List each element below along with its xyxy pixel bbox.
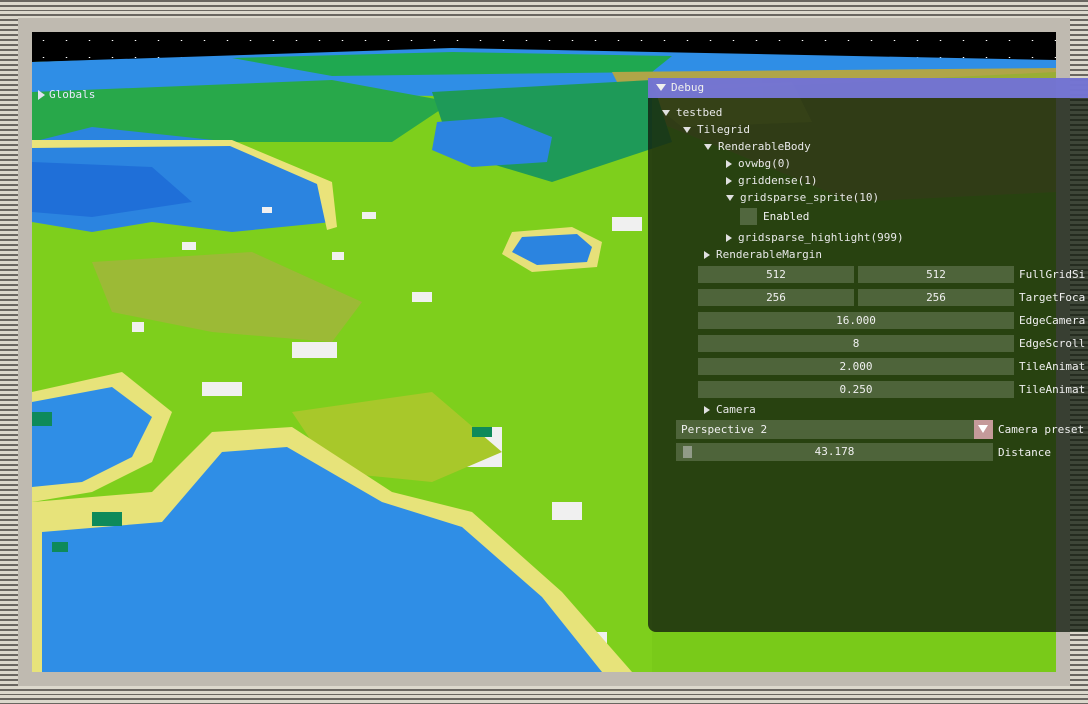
caret-right-icon xyxy=(726,234,732,242)
caret-right-icon xyxy=(38,90,45,100)
node-label: Camera xyxy=(716,403,756,416)
target-focus-x[interactable]: 256 xyxy=(698,289,854,306)
edge-scroll-label: EdgeScroll xyxy=(1019,337,1086,350)
caret-down-icon xyxy=(662,110,670,116)
tile-anim-2-label: TileAnimat xyxy=(1019,383,1086,396)
distance-slider[interactable]: 43.178 xyxy=(676,443,993,461)
target-focus-label: TargetFoca xyxy=(1019,291,1086,304)
target-focus-y[interactable]: 256 xyxy=(858,289,1014,306)
debug-title: Debug xyxy=(671,81,705,94)
collapse-icon[interactable] xyxy=(656,84,666,91)
tree-node-tilegrid[interactable]: Tilegrid xyxy=(683,123,750,136)
tree-node-ovwbg[interactable]: ovwbg(0) xyxy=(726,157,791,170)
globals-toggle[interactable]: Globals xyxy=(38,88,95,101)
node-label: griddense(1) xyxy=(738,174,818,187)
node-label: gridsparse_sprite(10) xyxy=(740,191,880,204)
full-grid-size-y[interactable]: 512 xyxy=(858,266,1014,283)
dropdown-arrow-icon[interactable] xyxy=(974,420,993,439)
caret-down-icon xyxy=(726,195,734,201)
node-label: RenderableMargin xyxy=(716,248,822,261)
node-label: ovwbg(0) xyxy=(738,157,791,170)
full-grid-size-x[interactable]: 512 xyxy=(698,266,854,283)
tree-node-gridsparse-sprite[interactable]: gridsparse_sprite(10) xyxy=(726,191,879,204)
tree-node-gridsparse-highlight[interactable]: gridsparse_highlight(999) xyxy=(726,231,904,244)
caret-down-icon xyxy=(683,127,691,133)
debug-window[interactable]: Debug testbed Tilegrid RenderableBody ov… xyxy=(648,78,1088,632)
caret-right-icon xyxy=(726,177,732,185)
tree-node-griddense[interactable]: griddense(1) xyxy=(726,174,817,187)
camera-preset-select[interactable]: Perspective 2 xyxy=(676,420,993,439)
node-label: testbed xyxy=(676,106,723,119)
node-label: RenderableBody xyxy=(718,140,811,153)
debug-title-bar[interactable]: Debug xyxy=(648,78,1088,98)
camera-preset-label: Camera preset xyxy=(998,423,1085,436)
tile-anim-2-input[interactable]: 0.250 xyxy=(698,381,1014,398)
tree-node-testbed[interactable]: testbed xyxy=(662,106,722,119)
tile-anim-1-input[interactable]: 2.000 xyxy=(698,358,1014,375)
tree-node-renderable-body[interactable]: RenderableBody xyxy=(704,140,811,153)
edge-scroll-input[interactable]: 8 xyxy=(698,335,1014,352)
tree-node-camera[interactable]: Camera xyxy=(704,403,756,416)
distance-label: Distance xyxy=(998,446,1051,459)
edge-camera-input[interactable]: 16.000 xyxy=(698,312,1014,329)
enabled-checkbox[interactable] xyxy=(740,208,757,225)
camera-preset-value: Perspective 2 xyxy=(681,423,768,436)
edge-camera-label: EdgeCamera xyxy=(1019,314,1086,327)
enabled-label: Enabled xyxy=(763,210,810,223)
distance-value: 43.178 xyxy=(814,445,855,458)
globals-label: Globals xyxy=(49,88,96,101)
slider-grab[interactable] xyxy=(683,446,692,458)
caret-right-icon xyxy=(704,251,710,259)
node-label: gridsparse_highlight(999) xyxy=(738,231,904,244)
tile-anim-1-label: TileAnimat xyxy=(1019,360,1086,373)
node-label: Tilegrid xyxy=(697,123,750,136)
caret-right-icon xyxy=(726,160,732,168)
tree-node-renderable-margin[interactable]: RenderableMargin xyxy=(704,248,822,261)
caret-down-icon xyxy=(704,144,712,150)
full-grid-size-label: FullGridSi xyxy=(1019,268,1086,281)
caret-right-icon xyxy=(704,406,710,414)
